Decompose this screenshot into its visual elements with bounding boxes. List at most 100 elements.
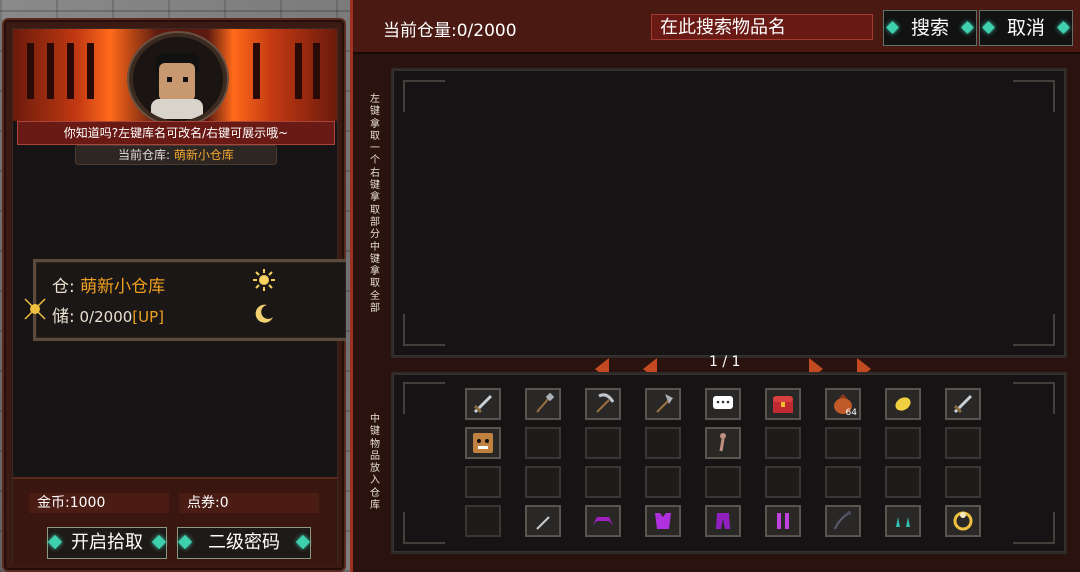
- gem-icon: [961, 21, 974, 34]
- inventory-slot[interactable]: [645, 466, 681, 498]
- storage-grid[interactable]: [391, 68, 1067, 358]
- warehouse-capacity-row: 储: 0/2000[UP]: [52, 307, 165, 327]
- inventory-hint: 中键物品放入仓库: [370, 414, 380, 512]
- purple-helmet-icon: [593, 517, 613, 525]
- item-count: 64: [845, 408, 857, 418]
- window-bar: [47, 43, 54, 99]
- tip-bar: 你知道吗?左键库名可改名/右键可展示哦~: [17, 121, 335, 145]
- inventory-slot[interactable]: [825, 466, 861, 498]
- inventory-slot[interactable]: [945, 427, 981, 459]
- inventory-slot[interactable]: [525, 388, 561, 420]
- gem-icon: [982, 21, 995, 34]
- gem-icon: [1057, 21, 1070, 34]
- page-indicator: 1 / 1: [709, 354, 741, 370]
- inventory-slot[interactable]: [885, 466, 921, 498]
- purple-boots-icon: [777, 513, 789, 529]
- inventory-slot[interactable]: [585, 466, 621, 498]
- gold-coin-icon: [895, 397, 911, 411]
- window-bar: [87, 43, 94, 99]
- shovel-icon: [536, 392, 555, 413]
- cancel-button[interactable]: 取消: [979, 10, 1073, 46]
- warehouse-card[interactable]: 仓: 萌新小仓库 储: 0/2000[UP]: [33, 259, 346, 341]
- inventory-slot[interactable]: [885, 388, 921, 420]
- current-warehouse-label: 当前仓库: 萌新小仓库: [75, 145, 277, 165]
- window-bar: [27, 43, 34, 99]
- inventory-slot[interactable]: [825, 505, 861, 537]
- inventory-slot[interactable]: [585, 427, 621, 459]
- inventory-slot[interactable]: [765, 466, 801, 498]
- search-input[interactable]: 在此搜索物品名: [651, 14, 873, 40]
- inventory-slot[interactable]: [705, 427, 741, 459]
- sword-icon: [953, 394, 973, 414]
- inventory-slot[interactable]: [885, 427, 921, 459]
- inventory-slot[interactable]: [765, 388, 801, 420]
- window-bar: [253, 43, 260, 99]
- inventory-slot[interactable]: [945, 388, 981, 420]
- inventory-slot[interactable]: [585, 388, 621, 420]
- inventory-slot[interactable]: [525, 505, 561, 537]
- inventory-slot[interactable]: [705, 466, 741, 498]
- sword-icon: [473, 394, 493, 414]
- moon-icon: [255, 304, 273, 323]
- inventory-slot[interactable]: 64: [825, 388, 861, 420]
- inventory-box: 64: [391, 372, 1067, 554]
- inventory-slot[interactable]: [585, 505, 621, 537]
- search-button[interactable]: 搜索: [883, 10, 977, 46]
- warehouse-info-panel: 你知道吗?左键库名可改名/右键可展示哦~ 当前仓库: 萌新小仓库 仓: 萌新小仓…: [2, 18, 346, 572]
- enable-pickup-button[interactable]: 开启拾取: [47, 527, 167, 559]
- dagger-icon: [536, 516, 550, 530]
- inventory-slot[interactable]: [525, 427, 561, 459]
- window-bar: [67, 43, 74, 99]
- gem-icon: [295, 534, 311, 550]
- inventory-slot[interactable]: [645, 388, 681, 420]
- inventory-slot[interactable]: [525, 466, 561, 498]
- treasure-chest-icon: [773, 396, 793, 413]
- capacity-label: 当前仓量:0/2000: [383, 21, 517, 41]
- warehouse-storage-panel: 当前仓量:0/2000 在此搜索物品名 搜索 取消 左键拿取一个 右键拿取部分 …: [350, 0, 1080, 572]
- points-display: 点券:0: [179, 493, 319, 513]
- warehouse-name[interactable]: 萌新小仓库: [80, 277, 165, 297]
- inventory-slot[interactable]: [945, 505, 981, 537]
- storage-hint: 左键拿取一个 右键拿取部分 中键拿取全部: [370, 94, 380, 315]
- sun-icon: [253, 269, 275, 291]
- speech-bubble-icon: [713, 396, 733, 409]
- gold-display: 金币:1000: [29, 493, 169, 513]
- figure-icon: [719, 433, 726, 452]
- header-banner: [13, 29, 337, 125]
- inventory-slot[interactable]: [465, 388, 501, 420]
- inventory-slot[interactable]: [645, 427, 681, 459]
- upgrade-link[interactable]: [UP]: [132, 308, 164, 326]
- player-avatar[interactable]: [129, 33, 227, 125]
- secondary-password-button[interactable]: 二级密码: [177, 527, 311, 559]
- window-bar: [313, 43, 320, 99]
- window-bar: [295, 43, 302, 99]
- gem-icon: [47, 534, 63, 550]
- inventory-slot[interactable]: [705, 505, 741, 537]
- inventory-slot[interactable]: [885, 505, 921, 537]
- purple-armor-icon: [655, 513, 671, 529]
- gem-icon: [151, 534, 167, 550]
- warehouse-name-row: 仓: 萌新小仓库: [52, 277, 166, 297]
- inventory-slot[interactable]: [765, 427, 801, 459]
- gem-icon: [886, 21, 899, 34]
- inventory-slot[interactable]: [765, 505, 801, 537]
- monster-face-icon: [473, 433, 493, 453]
- inventory-slot[interactable]: [945, 466, 981, 498]
- sparkle-icon: [24, 298, 46, 320]
- inventory-slot[interactable]: [465, 427, 501, 459]
- inventory-slot[interactable]: [825, 427, 861, 459]
- gem-icon: [177, 534, 193, 550]
- inventory-slot[interactable]: [705, 388, 741, 420]
- inventory-slot[interactable]: [465, 505, 501, 537]
- currency-footer: 金币:1000 点券:0 开启拾取 二级密码: [13, 477, 337, 565]
- inventory-slot[interactable]: [465, 466, 501, 498]
- whip-icon: [834, 511, 851, 530]
- pickaxe-icon: [596, 393, 615, 413]
- inventory-slot[interactable]: [645, 505, 681, 537]
- gold-ring-icon: [953, 511, 973, 531]
- purple-pants-icon: [716, 513, 730, 529]
- warehouse-info-inner: 你知道吗?左键库名可改名/右键可展示哦~ 当前仓库: 萌新小仓库 仓: 萌新小仓…: [12, 28, 346, 565]
- axe-icon: [656, 394, 673, 413]
- storage-header: 当前仓量:0/2000 在此搜索物品名 搜索 取消: [353, 0, 1080, 54]
- teal-earrings-icon: [896, 517, 910, 527]
